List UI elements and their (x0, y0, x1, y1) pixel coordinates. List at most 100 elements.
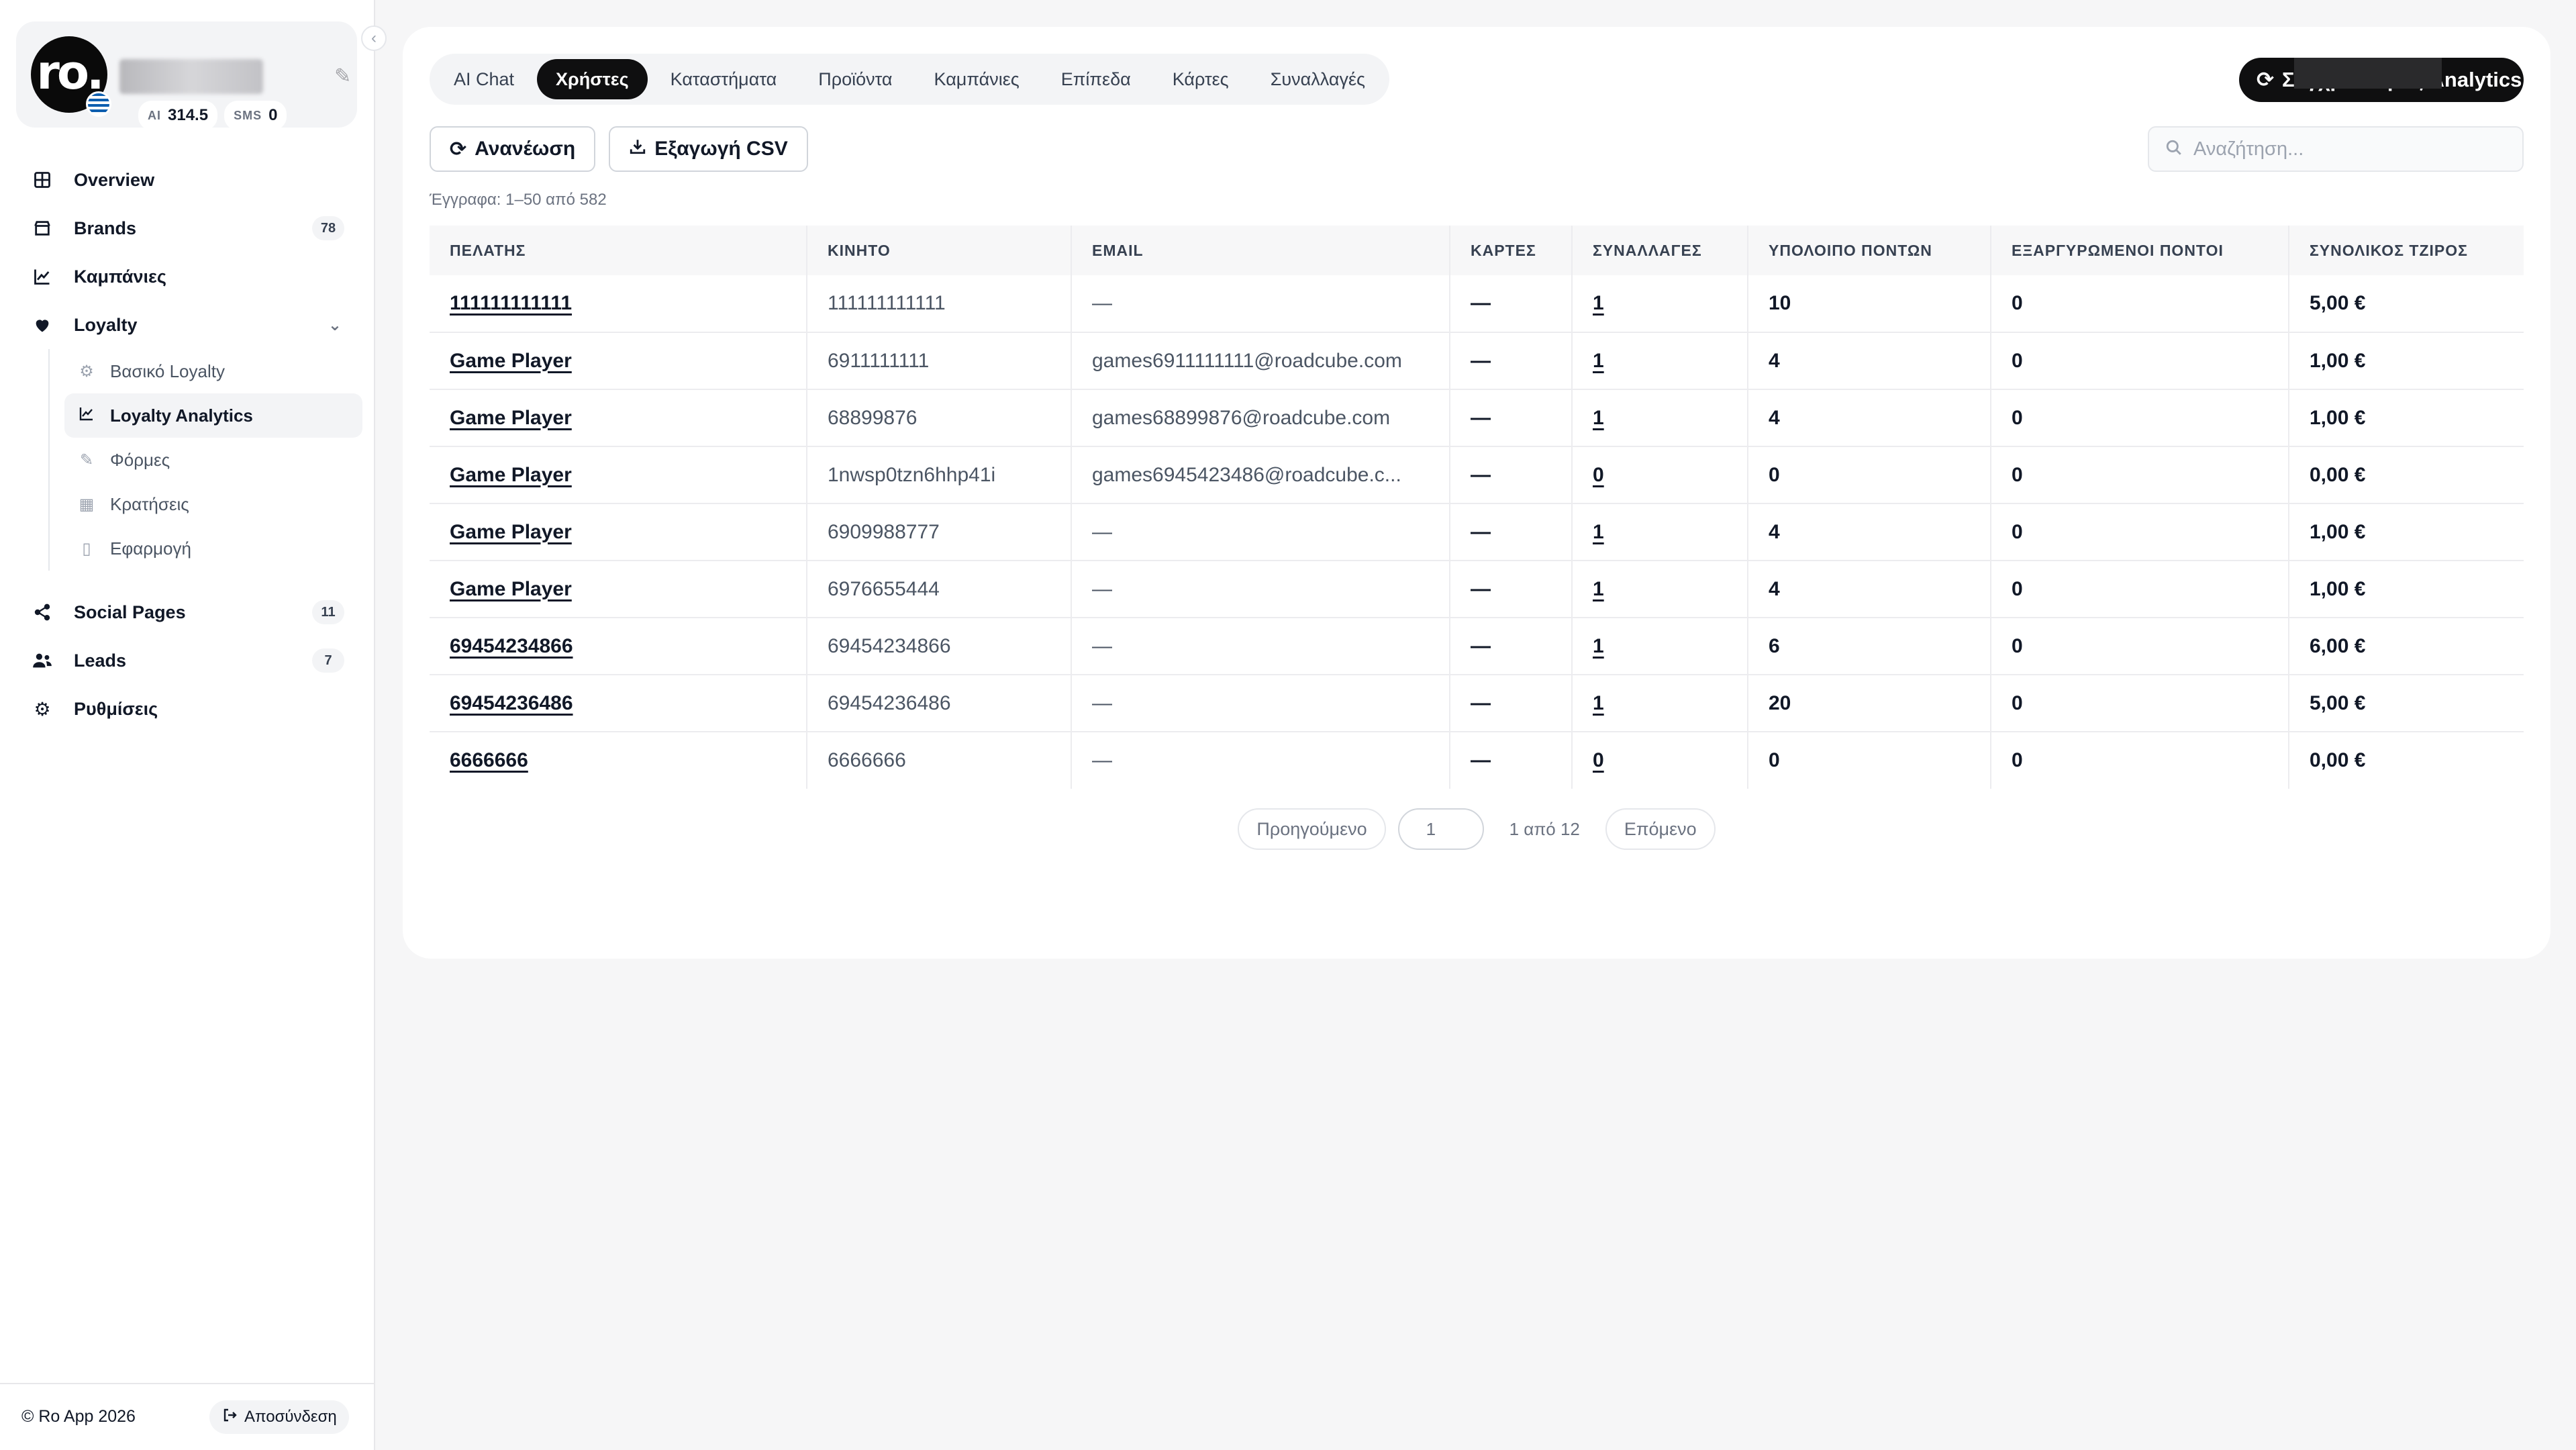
transactions-link[interactable]: 1 (1593, 350, 1604, 372)
main-card: AI Chat Χρήστες Καταστήματα Προϊόντα Καμ… (403, 27, 2550, 959)
cell-points-balance: 6 (1748, 618, 1991, 675)
sidebar-item-campaigns[interactable]: Καμπάνιες (0, 252, 375, 301)
logout-button[interactable]: Αποσύνδεση (209, 1400, 349, 1434)
cell-customer[interactable]: Game Player (430, 503, 807, 561)
tab-cards[interactable]: Κάρτες (1154, 59, 1248, 99)
transactions-link[interactable]: 0 (1593, 749, 1604, 771)
next-page-button[interactable]: Επόμενο (1605, 808, 1716, 850)
cell-customer[interactable]: 6666666 (430, 732, 807, 789)
customer-link[interactable]: 111111111111 (450, 292, 572, 314)
chevron-down-icon[interactable]: ⌄ (328, 316, 342, 335)
cell-transactions[interactable]: 1 (1572, 618, 1748, 675)
table-row[interactable]: 111111111111 111111111111 — — 1 10 0 5,00 € (430, 275, 2524, 332)
sidebar-item-overview[interactable]: Overview (0, 156, 375, 204)
cell-customer[interactable]: 111111111111 (430, 275, 807, 332)
cell-transactions[interactable]: 0 (1572, 732, 1748, 789)
cell-value: 0,00 € (2310, 749, 2366, 771)
column-header-cards[interactable]: ΚΑΡΤΕΣ (1450, 226, 1573, 275)
tab-levels[interactable]: Επίπεδα (1042, 59, 1150, 99)
refresh-button[interactable]: ⟳ Ανανέωση (430, 126, 596, 172)
table-row[interactable]: Game Player 1nwsp0tzn6hhp41i games69454234… (430, 446, 2524, 503)
cell-value: 6666666 (828, 749, 906, 771)
sidebar-item-loyalty-analytics[interactable]: Loyalty Analytics (64, 393, 362, 438)
cell-customer[interactable]: 69454236486 (430, 675, 807, 732)
page-info: 1 από 12 (1509, 818, 1580, 839)
sidebar-item-brands[interactable]: Brands 78 (0, 204, 375, 252)
cell-transactions[interactable]: 1 (1572, 561, 1748, 618)
customer-link[interactable]: Game Player (450, 407, 572, 429)
transactions-link[interactable]: 0 (1593, 464, 1604, 486)
tab-products[interactable]: Προϊόντα (799, 59, 911, 99)
cell-value: 5,00 € (2310, 292, 2366, 314)
tab-transactions[interactable]: Συναλλαγές (1252, 59, 1384, 99)
export-csv-button[interactable]: Εξαγωγή CSV (609, 126, 808, 172)
table-row[interactable]: 69454234866 69454234866 — — 1 6 0 6,00 € (430, 618, 2524, 675)
tab-ai-chat[interactable]: AI Chat (435, 59, 533, 99)
column-header-transactions[interactable]: ΣΥΝΑΛΛΑΓΕΣ (1572, 226, 1748, 275)
table-row[interactable]: Game Player 68899876 games68899876@roadcub… (430, 389, 2524, 446)
cell-transactions[interactable]: 1 (1572, 675, 1748, 732)
sidebar-item-social-pages[interactable]: Social Pages 11 (0, 588, 375, 636)
edit-pencil-icon[interactable]: ✎ (334, 64, 351, 88)
cell-cards: — (1450, 446, 1573, 503)
previous-page-button[interactable]: Προηγούμενο (1238, 808, 1386, 850)
sidebar-item-basic-loyalty[interactable]: ⚙ Βασικό Loyalty (64, 349, 362, 393)
cell-value: 6911111111 (828, 349, 930, 372)
sidebar-item-loyalty[interactable]: Loyalty ⌄ (0, 301, 375, 349)
table-row[interactable]: Game Player 6911111111 games6911111111@roa… (430, 332, 2524, 389)
table-header-row: ΠΕΛΑΤΗΣ ΚΙΝΗΤΟ EMAIL ΚΑΡΤΕΣ ΣΥΝΑΛΛΑΓΕΣ Υ… (430, 226, 2524, 275)
cell-value: 69454236486 (828, 691, 951, 714)
sync-analytics-button[interactable]: ⟳ Συγχρονισμός Analytics (2239, 58, 2524, 102)
column-header-mobile[interactable]: ΚΙΝΗΤΟ (807, 226, 1072, 275)
column-header-customer[interactable]: ΠΕΛΑΤΗΣ (430, 226, 807, 275)
customer-link[interactable]: Game Player (450, 350, 572, 372)
table-row[interactable]: 6666666 6666666 — — 0 0 0 0,00 € (430, 732, 2524, 789)
sidebar-item-reservations[interactable]: ▦ Κρατήσεις (64, 482, 362, 526)
sidebar-item-label: Βασικό Loyalty (110, 360, 225, 381)
cell-total-turnover: 0,00 € (2289, 732, 2524, 789)
sidebar-item-leads[interactable]: Leads 7 (0, 636, 375, 685)
tab-campaigns[interactable]: Καμπάνιες (915, 59, 1038, 99)
sidebar: ro. ✎ AI 314.5 SMS 0 Overview Brands 78 … (0, 0, 375, 1450)
customer-link[interactable]: 6666666 (450, 749, 528, 771)
collapse-sidebar-button[interactable]: ‹ (361, 26, 387, 51)
table-row[interactable]: Game Player 6909988777 — — 1 4 0 1,00 € (430, 503, 2524, 561)
tab-stores[interactable]: Καταστήματα (652, 59, 796, 99)
sidebar-item-app[interactable]: ▯ Εφαρμογή (64, 526, 362, 571)
customer-link[interactable]: 69454236486 (450, 692, 573, 714)
column-header-total-turnover[interactable]: ΣΥΝΟΛΙΚΟΣ ΤΖΙΡΟΣ (2289, 226, 2524, 275)
cell-customer[interactable]: 69454234866 (430, 618, 807, 675)
cell-customer[interactable]: Game Player (430, 446, 807, 503)
tab-users[interactable]: Χρήστες (537, 59, 648, 99)
column-header-redeemed-points[interactable]: ΕΞΑΡΓΥΡΩΜΕΝΟΙ ΠΟΝΤΟΙ (1991, 226, 2289, 275)
customer-link[interactable]: 69454234866 (450, 635, 573, 657)
customer-link[interactable]: Game Player (450, 578, 572, 600)
cell-customer[interactable]: Game Player (430, 332, 807, 389)
cell-points-balance: 10 (1748, 275, 1991, 332)
transactions-link[interactable]: 1 (1593, 292, 1604, 314)
transactions-link[interactable]: 1 (1593, 407, 1604, 429)
sidebar-item-forms[interactable]: ✎ Φόρμες (64, 438, 362, 482)
logout-icon (221, 1407, 238, 1428)
column-header-email[interactable]: EMAIL (1071, 226, 1450, 275)
table-row[interactable]: 69454236486 69454236486 — — 1 20 0 5,00 € (430, 675, 2524, 732)
cell-transactions[interactable]: 1 (1572, 332, 1748, 389)
sidebar-item-settings[interactable]: ⚙ Ρυθμίσεις (0, 685, 375, 733)
customer-link[interactable]: Game Player (450, 464, 572, 486)
customer-link[interactable]: Game Player (450, 521, 572, 543)
search-input[interactable] (2193, 138, 2502, 160)
cell-transactions[interactable]: 1 (1572, 389, 1748, 446)
table-row[interactable]: Game Player 6976655444 — — 1 4 0 1,00 € (430, 561, 2524, 618)
cell-transactions[interactable]: 1 (1572, 503, 1748, 561)
column-header-points-balance[interactable]: ΥΠΟΛΟΙΠΟ ΠΟΝΤΩΝ (1748, 226, 1991, 275)
sms-credits-value: 0 (268, 106, 278, 124)
cell-transactions[interactable]: 0 (1572, 446, 1748, 503)
transactions-link[interactable]: 1 (1593, 692, 1604, 714)
page-number-input[interactable] (1397, 808, 1484, 850)
transactions-link[interactable]: 1 (1593, 578, 1604, 600)
cell-customer[interactable]: Game Player (430, 389, 807, 446)
transactions-link[interactable]: 1 (1593, 635, 1604, 657)
transactions-link[interactable]: 1 (1593, 521, 1604, 543)
cell-customer[interactable]: Game Player (430, 561, 807, 618)
cell-transactions[interactable]: 1 (1572, 275, 1748, 332)
